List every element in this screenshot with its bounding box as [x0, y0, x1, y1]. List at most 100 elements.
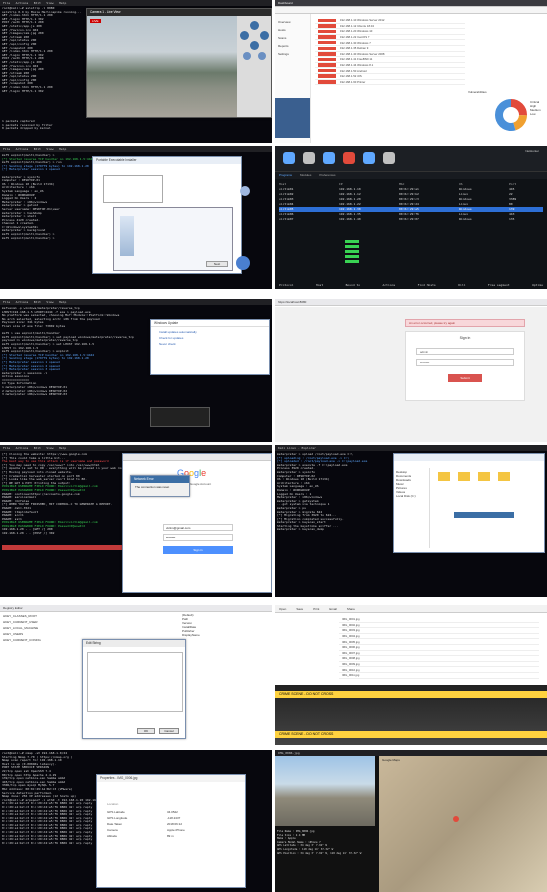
toolbar-save[interactable]: Save — [296, 605, 303, 612]
google-signin-button[interactable]: Sign in — [163, 546, 233, 554]
ptz-up-icon[interactable] — [250, 21, 259, 30]
menu-edit[interactable]: Edit — [34, 300, 41, 304]
properties-window[interactable]: Properties - IMG_0006.jpg Location GPS L… — [96, 774, 246, 888]
menu-actions[interactable]: Actions — [16, 147, 29, 151]
menu-file[interactable]: File — [3, 147, 10, 151]
menu-help[interactable]: Help — [59, 147, 66, 151]
menu-file[interactable]: File — [3, 300, 10, 304]
ptz-down-icon[interactable] — [250, 41, 259, 50]
zoom-in-icon[interactable] — [243, 52, 251, 60]
table-row[interactable]: 192.168.1.60 Printer — [315, 80, 465, 86]
bottom-bound: Bound to — [345, 283, 361, 287]
option-never[interactable]: Never check — [151, 341, 269, 347]
toolbar-icon-5[interactable] — [363, 152, 375, 164]
toolbar-open[interactable]: Open — [279, 605, 286, 612]
zoom-out-icon[interactable] — [258, 52, 266, 60]
selected-bar — [454, 512, 514, 518]
nav-settings[interactable]: Settings — [275, 50, 310, 58]
key-hkcc[interactable]: HKEY_CURRENT_CONFIG — [0, 637, 80, 643]
terminal-line: 0 packets dropped by kernel — [2, 126, 51, 131]
file-row[interactable]: IMG_0011.jpg — [339, 673, 539, 679]
tab-preferences[interactable]: Preferences — [319, 172, 335, 179]
tape-top: CRIME SCENE - DO NOT CROSS — [275, 691, 547, 698]
bottom-free: Free segment — [487, 283, 510, 287]
browser-tab[interactable]: Dashboard — [275, 0, 547, 7]
progress-bar — [345, 250, 359, 253]
toolbar-icon-1[interactable] — [283, 152, 295, 164]
tab-programs[interactable]: Programs — [279, 172, 292, 179]
terminal-menu[interactable]: File Actions Edit View Help — [0, 445, 272, 451]
registry-tree: HKEY_CLASSES_ROOT HKEY_CURRENT_USER HKEY… — [0, 613, 80, 713]
password-field[interactable]: ******** — [416, 359, 514, 366]
installer-window[interactable]: Portable Executable Installer Next — [92, 156, 242, 274]
map-view[interactable]: Google Maps — [379, 756, 547, 892]
menu-view[interactable]: View — [46, 1, 53, 5]
ptz-left-icon[interactable] — [240, 31, 249, 40]
kill-button[interactable]: Kill — [458, 283, 465, 287]
option-auto[interactable]: Install updates automatically — [151, 327, 269, 335]
menu-view[interactable]: View — [46, 147, 53, 151]
toolbar-email[interactable]: Email — [329, 605, 337, 612]
google-tab[interactable] — [123, 454, 271, 461]
folder-icon[interactable] — [478, 472, 490, 481]
google-signin-window[interactable]: Google Sign in with your Google Account … — [122, 453, 272, 593]
toolbar-icon-4[interactable] — [343, 152, 355, 164]
installer-next-button[interactable]: Next — [206, 261, 228, 267]
trash-icon[interactable] — [240, 186, 250, 196]
bottom-protocol: Protocol — [279, 283, 294, 287]
tab-modules[interactable]: Modules — [300, 172, 311, 179]
file-explorer-window[interactable]: Desktop Documents Downloads Music Pictur… — [393, 453, 545, 553]
nav-hosts[interactable]: Hosts — [275, 26, 310, 34]
value-displayname[interactable]: DisplayName — [182, 633, 270, 637]
cancel-button[interactable]: Cancel — [159, 728, 179, 734]
grid-row[interactable]: victim07 192.168.1.40 00:0c:29:07 Windows 13… — [279, 217, 543, 222]
username-field[interactable]: admin — [416, 348, 514, 355]
google-email-field[interactable]: victim@gmail.com — [163, 524, 233, 531]
menu-help[interactable]: Help — [59, 1, 66, 5]
ok-button[interactable]: OK — [137, 728, 155, 734]
login-card: Sign in admin ******** Submit — [405, 331, 525, 401]
network-error-dialog[interactable]: Network Error The connection was reset — [130, 475, 190, 497]
terminal-line: meterpreter > keyscan_dump — [277, 527, 324, 532]
menu-help[interactable]: Help — [59, 300, 66, 304]
app-title: NetHunter — [525, 149, 539, 153]
terminal-menu[interactable]: File Actions Edit View Help — [0, 146, 272, 152]
map-pin-icon[interactable] — [453, 816, 459, 822]
folder-icon[interactable] — [498, 472, 510, 481]
toolbar-share[interactable]: Share — [347, 605, 355, 612]
toolbar-print[interactable]: Print — [313, 605, 319, 612]
camera-window[interactable]: Camera 1 - Live View LIVE — [86, 8, 272, 118]
toolbar-icon-6[interactable] — [383, 152, 395, 164]
submit-button[interactable]: Submit — [448, 374, 482, 382]
menu-file[interactable]: File — [3, 1, 10, 5]
installer-inner-window[interactable]: Next — [113, 207, 233, 271]
menu-view[interactable]: View — [46, 300, 53, 304]
folder-icon[interactable] — [458, 472, 470, 481]
menu-edit[interactable]: Edit — [34, 147, 41, 151]
nav-reports[interactable]: Reports — [275, 42, 310, 50]
nav-local-disk[interactable]: Local Disk (C:) — [396, 494, 427, 498]
find-hosts-button[interactable]: Find Hosts — [418, 283, 436, 287]
menu-actions[interactable]: Actions — [16, 300, 29, 304]
installer-title: Portable Executable Installer — [93, 157, 241, 164]
nav-scans[interactable]: Scans — [275, 34, 310, 42]
menu-edit[interactable]: Edit — [34, 1, 41, 5]
explorer-nav: Desktop Documents Downloads Music Pictur… — [394, 468, 430, 548]
toolbar-icon-2[interactable] — [303, 152, 315, 164]
ptz-right-icon[interactable] — [260, 31, 269, 40]
progress-bar — [345, 240, 359, 243]
windows-update-dialog[interactable]: Windows Update Install updates automatic… — [150, 319, 270, 375]
ptz-controls[interactable] — [239, 21, 271, 61]
menu-actions[interactable]: Actions — [16, 1, 29, 5]
window-title: Kali Linux - Explorer — [275, 445, 547, 451]
edit-string-dialog[interactable]: Edit String OK Cancel — [82, 639, 186, 739]
folder-icon[interactable] — [438, 472, 450, 481]
browser-address-bar[interactable]: https://localhost:8080 — [275, 299, 547, 306]
terminal-output: root@kali:~# sslstrip -l 8080 sslstrip 0… — [0, 6, 82, 93]
browser-address-bar[interactable] — [275, 7, 547, 14]
terminal-menu[interactable]: File Actions Edit View Help — [0, 299, 272, 305]
toolbar-icon-3[interactable] — [323, 152, 335, 164]
google-password-field[interactable]: ******** — [163, 534, 233, 541]
nav-overview[interactable]: Overview — [275, 18, 310, 26]
map-title: Google Maps — [382, 758, 400, 762]
